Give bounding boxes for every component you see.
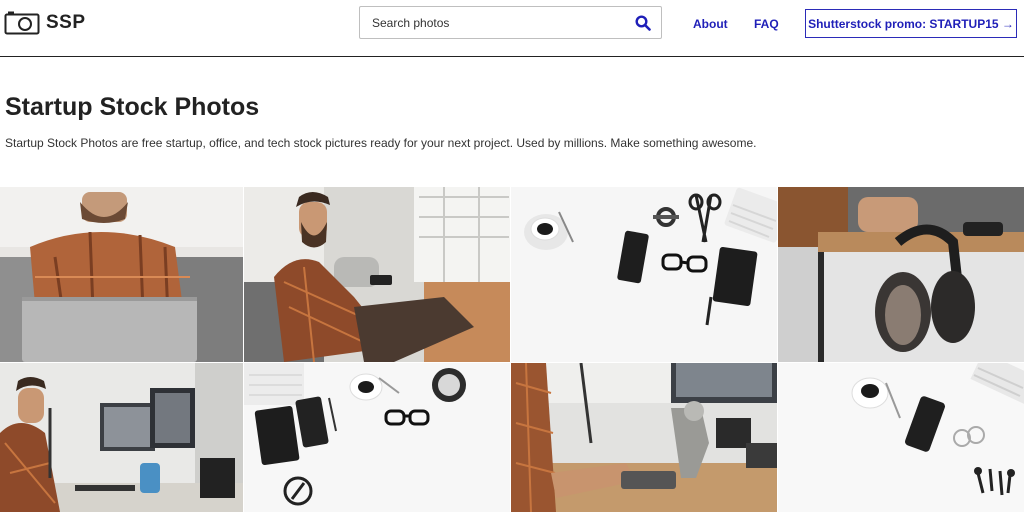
page-description: Startup Stock Photos are free startup, o…	[5, 136, 757, 150]
photo-tile[interactable]	[244, 363, 510, 512]
photo-man-desk-monitors	[0, 363, 243, 512]
search-icon	[635, 15, 651, 31]
photo-tile[interactable]	[778, 363, 1024, 512]
photo-desk-flatlay	[511, 187, 777, 362]
photo-tile[interactable]	[778, 187, 1024, 362]
promo-label: Shutterstock promo: STARTUP15 →	[808, 16, 1014, 31]
photo-man-phone-chair	[244, 187, 510, 362]
photo-tile[interactable]	[244, 187, 510, 362]
logo-text: SSP	[46, 12, 86, 33]
photo-tile[interactable]	[511, 363, 777, 512]
photo-hands-keyboard	[511, 363, 777, 512]
nav-faq-link[interactable]: FAQ	[754, 17, 779, 31]
photo-grid	[0, 187, 1024, 512]
shutterstock-promo-button[interactable]: Shutterstock promo: STARTUP15 →	[805, 9, 1017, 38]
photo-headphones-hook	[778, 187, 1024, 362]
photo-tile[interactable]	[0, 187, 243, 362]
site-logo[interactable]: SSP	[4, 11, 86, 35]
photo-man-laptop-couch	[0, 187, 243, 362]
search-button[interactable]	[635, 15, 651, 31]
nav-about-link[interactable]: About	[693, 17, 728, 31]
photo-tile[interactable]	[511, 187, 777, 362]
photo-tile[interactable]	[0, 363, 243, 512]
search-box	[359, 6, 662, 39]
photo-phone-coffee-desk	[778, 363, 1024, 512]
search-input[interactable]	[360, 7, 632, 38]
page-title: Startup Stock Photos	[5, 93, 260, 121]
site-header: SSP About FAQ Shutterstock promo: STARTU…	[0, 0, 1024, 57]
camera-icon	[4, 11, 40, 35]
photo-notebook-flatlay	[244, 363, 510, 512]
